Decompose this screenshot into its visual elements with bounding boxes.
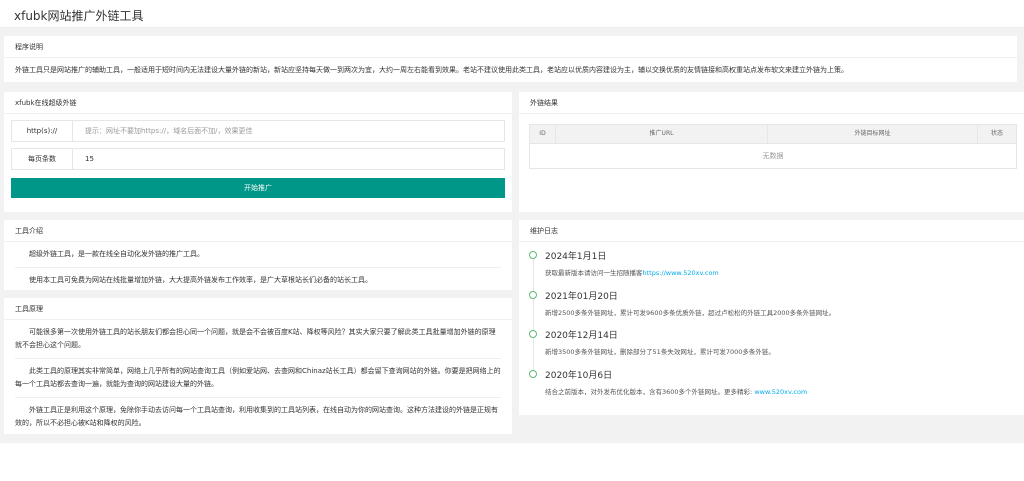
log-text: 新增2500多条外链网址，累计可发9600多条优质外链，超过卢松松的外链工具20… xyxy=(545,309,836,317)
program-desc-text: 外链工具只是网站推广的辅助工具，一般适用于短时间内无法建设大量外链的新站，新站应… xyxy=(15,66,848,74)
intro-p1: 超级外链工具，是一款在线全自动化发外链的推广工具。 xyxy=(29,250,204,258)
program-desc-heading: 程序说明 xyxy=(4,36,1017,58)
log-text: 结合之前版本，对外发布优化版本，含有3600多个外链网址。更多精彩: www.5… xyxy=(545,386,807,396)
log-date: 2020年10月6日 xyxy=(545,371,613,381)
principle-p2: 此类工具的原理其实非常简单，网络上几乎所有的网站查询工具（例如爱站网、去查网和C… xyxy=(15,367,501,388)
principle-p3: 外链工具正是利用这个原理，免除你手动去访问每一个工具站查询，利用收集到的工具站列… xyxy=(15,406,498,427)
timeline-dot-icon xyxy=(529,251,537,259)
log-date: 2021年01月20日 xyxy=(545,292,618,302)
count-label: 每页条数 xyxy=(12,149,73,169)
principle-heading: 工具原理 xyxy=(4,298,512,320)
intro-heading: 工具介绍 xyxy=(4,220,512,242)
log-heading: 维护日志 xyxy=(519,220,1024,242)
timeline-line xyxy=(533,259,534,291)
timeline-line xyxy=(533,299,534,331)
col-status: 状态 xyxy=(990,130,1003,137)
principle-p1: 可能很多第一次使用外链工具的站长朋友们都会担心同一个问题，就是会不会被百度K站、… xyxy=(15,328,496,349)
divider xyxy=(15,358,501,359)
timeline-dot-icon xyxy=(529,330,537,338)
url-input[interactable] xyxy=(73,121,504,141)
divider xyxy=(15,267,501,268)
log-text-body: 结合之前版本，对外发布优化版本，含有3600多个外链网址。更多精彩: xyxy=(545,388,755,396)
count-input[interactable] xyxy=(73,149,504,169)
top-bar: xfubk网站推广外链工具 xyxy=(0,0,1024,28)
results-table-header: ID 推广URL 外链目标网址 状态 xyxy=(530,125,1016,143)
timeline-dot-icon xyxy=(529,291,537,299)
col-target: 外链目标网址 xyxy=(768,125,978,143)
log-date: 2024年1月1日 xyxy=(545,252,607,262)
start-promote-button[interactable]: 开始推广 xyxy=(11,178,505,198)
divider xyxy=(15,397,501,398)
log-date: 2020年12月14日 xyxy=(545,331,618,341)
results-empty: 无数据 xyxy=(530,143,1016,168)
count-row: 每页条数 xyxy=(11,148,505,170)
log-link[interactable]: www.520xv.com xyxy=(754,388,807,396)
col-id: ID xyxy=(530,125,556,143)
page-title: xfubk网站推广外链工具 xyxy=(14,9,144,23)
program-desc-card: 程序说明 外链工具只是网站推广的辅助工具，一般适用于短时间内无法建设大量外链的新… xyxy=(4,36,1017,82)
form-heading: xfubk在线超级外链 xyxy=(4,92,512,114)
log-link[interactable]: https://www.520xv.com xyxy=(643,269,719,277)
results-heading: 外链结果 xyxy=(519,92,1024,114)
intro-p2: 使用本工具可免费为网站在线批量增加外链，大大提高外链发布工作效率，是广大草根站长… xyxy=(29,276,372,284)
log-text: 新增3500多条外链网址，删除部分了51条失效网址，累计可发7000多条外链。 xyxy=(545,348,775,356)
results-table: ID 推广URL 外链目标网址 状态 无数据 xyxy=(529,124,1017,169)
url-row: http(s):// xyxy=(11,120,505,142)
intro-card: 工具介绍 超级外链工具，是一款在线全自动化发外链的推广工具。 使用本工具可免费为… xyxy=(4,220,512,290)
timeline-dot-icon xyxy=(529,370,537,378)
log-text-body: 获取最新版本请访问一生招随播客 xyxy=(545,269,643,277)
log-text: 获取最新版本请访问一生招随播客https://www.520xv.com xyxy=(545,267,719,277)
principle-card: 工具原理 可能很多第一次使用外链工具的站长朋友们都会担心同一个问题，就是会不会被… xyxy=(4,298,512,434)
col-url: 推广URL xyxy=(556,125,768,143)
timeline-line xyxy=(533,338,534,370)
url-label: http(s):// xyxy=(12,121,73,141)
